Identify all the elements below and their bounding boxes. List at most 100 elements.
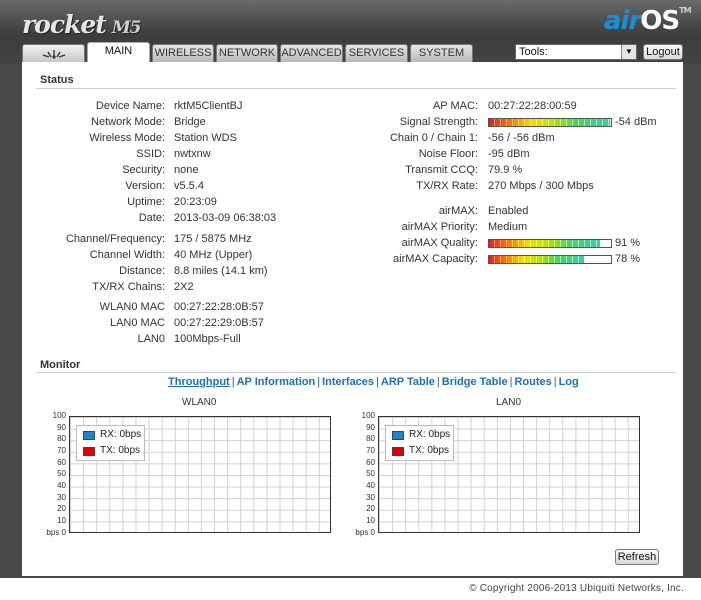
app-header: rocket M5 airOSTM MAIN WIRELESS NETWORK A… bbox=[0, 0, 701, 64]
link-bridge-table[interactable]: Bridge Table bbox=[442, 376, 508, 388]
y-tick: 60 bbox=[366, 458, 375, 467]
link-interfaces[interactable]: Interfaces bbox=[322, 376, 374, 388]
wlan0-tx-label: TX: 0bps bbox=[100, 445, 141, 456]
brand-air: air bbox=[604, 6, 641, 36]
link-arp-table[interactable]: ARP Table bbox=[381, 376, 435, 388]
y-tick: 20 bbox=[366, 504, 375, 513]
lan0-legend: RX: 0bps TX: 0bps bbox=[385, 425, 454, 461]
signal-strength-label: Signal Strength: bbox=[399, 116, 478, 128]
device-name-value: rktM5ClientBJ bbox=[174, 100, 243, 112]
monitor-divider bbox=[36, 372, 676, 373]
airmax-priority-label: airMAX Priority: bbox=[401, 221, 478, 233]
refresh-button[interactable]: Refresh bbox=[615, 549, 659, 565]
airmax-quality-bar bbox=[488, 239, 612, 248]
logout-button[interactable]: Logout bbox=[643, 44, 683, 60]
wireless-mode-value: Station WDS bbox=[174, 132, 237, 144]
signal-strength-bar bbox=[488, 118, 612, 127]
uptime-label: Uptime: bbox=[127, 196, 165, 208]
tab-system[interactable]: SYSTEM bbox=[410, 44, 473, 62]
signal-strength-fill bbox=[489, 119, 610, 126]
y-tick: 70 bbox=[57, 446, 66, 455]
status-title: Status bbox=[40, 74, 74, 86]
tools-select-value: Tools: bbox=[519, 46, 548, 58]
rx-swatch bbox=[392, 431, 404, 440]
airmax-capacity-value: 78 % bbox=[615, 253, 641, 265]
network-mode-label: Network Mode: bbox=[91, 116, 165, 128]
security-label: Security: bbox=[122, 164, 165, 176]
wireless-mode-label: Wireless Mode: bbox=[89, 132, 165, 144]
tab-wireless[interactable]: WIRELESS bbox=[152, 44, 214, 62]
airmax-capacity-bar bbox=[488, 255, 612, 264]
airmax-quality-value: 91 % bbox=[615, 237, 641, 249]
tx-swatch bbox=[392, 447, 404, 456]
y-tick: 40 bbox=[366, 481, 375, 490]
link-log[interactable]: Log bbox=[559, 376, 579, 388]
security-value: none bbox=[174, 164, 199, 176]
brand-tm: TM bbox=[679, 6, 691, 15]
channel-width-label: Channel Width: bbox=[89, 249, 165, 261]
wlan0-mac-value: 00:27:22:28:0B:57 bbox=[174, 301, 264, 313]
tools-select[interactable]: Tools: ▼ bbox=[515, 44, 637, 60]
channel-width-value: 40 MHz (Upper) bbox=[174, 249, 253, 261]
lan0-throughput-chart: RX: 0bps TX: 0bps bbox=[378, 416, 640, 533]
tab-label: NETWORK bbox=[218, 47, 276, 59]
tx-swatch bbox=[83, 447, 95, 456]
ap-mac-value: 00:27:22:28:00:59 bbox=[488, 100, 577, 112]
tab-network[interactable]: NETWORK bbox=[216, 44, 278, 62]
wlan0-throughput-chart: RX: 0bps TX: 0bps bbox=[69, 416, 331, 533]
chevron-down-icon[interactable]: ▼ bbox=[621, 45, 636, 59]
airmax-label: airMAX: bbox=[438, 205, 478, 217]
chain-label: Chain 0 / Chain 1: bbox=[389, 132, 478, 144]
model-name: M5 bbox=[111, 18, 142, 38]
y-tick: 100 bbox=[361, 411, 375, 420]
tab-services[interactable]: SERVICES bbox=[345, 44, 408, 62]
tx-rx-rate-value: 270 Mbps / 300 Mbps bbox=[488, 180, 594, 192]
y-tick: 80 bbox=[57, 434, 66, 443]
link-separator: | bbox=[317, 376, 321, 388]
y-tick: 10 bbox=[366, 516, 375, 525]
footer: © Copyright 2006-2013 Ubiquiti Networks,… bbox=[0, 578, 701, 600]
date-value: 2013-03-09 06:38:03 bbox=[174, 212, 277, 224]
lan0-chart-title: LAN0 bbox=[496, 397, 522, 408]
version-value: v5.5.4 bbox=[174, 180, 204, 192]
tab-main[interactable]: MAIN bbox=[87, 42, 150, 64]
y-tick: bps 0 bbox=[355, 528, 375, 537]
rx-swatch bbox=[83, 431, 95, 440]
y-tick: 80 bbox=[366, 434, 375, 443]
tx-rx-chains-label: TX/RX Chains: bbox=[92, 281, 165, 293]
lan0-rx-label: RX: 0bps bbox=[409, 429, 451, 440]
product-name: rocket bbox=[22, 10, 107, 39]
tab-advanced[interactable]: ADVANCED bbox=[280, 44, 343, 62]
chain-value: -56 / -56 dBm bbox=[488, 132, 555, 144]
ubiquiti-logo-icon bbox=[42, 50, 65, 59]
tab-label: SERVICES bbox=[348, 47, 405, 59]
airmax-quality-label: airMAX Quality: bbox=[401, 237, 478, 249]
ssid-value: nwtxnw bbox=[174, 148, 211, 160]
y-tick: 30 bbox=[366, 493, 375, 502]
y-tick: bps 0 bbox=[46, 528, 66, 537]
tx-rx-rate-label: TX/RX Rate: bbox=[416, 180, 478, 192]
link-throughput[interactable]: Throughput bbox=[168, 376, 230, 388]
link-routes[interactable]: Routes bbox=[514, 376, 551, 388]
ssid-label: SSID: bbox=[136, 148, 165, 160]
link-ap-information[interactable]: AP Information bbox=[237, 376, 316, 388]
distance-value: 8.8 miles (14.1 km) bbox=[174, 265, 268, 277]
device-name-label: Device Name: bbox=[95, 100, 165, 112]
y-tick: 50 bbox=[366, 469, 375, 478]
lan0-mac-label: LAN0 MAC bbox=[109, 317, 165, 329]
y-tick: 30 bbox=[57, 493, 66, 502]
network-mode-value: Bridge bbox=[174, 116, 206, 128]
y-tick: 50 bbox=[57, 469, 66, 478]
transmit-ccq-label: Transmit CCQ: bbox=[405, 164, 478, 176]
y-tick: 10 bbox=[57, 516, 66, 525]
ap-mac-label: AP MAC: bbox=[432, 100, 478, 112]
airmax-capacity-fill bbox=[489, 256, 585, 263]
wlan0-rx-label: RX: 0bps bbox=[100, 429, 142, 440]
y-tick: 90 bbox=[57, 423, 66, 432]
noise-floor-label: Noise Floor: bbox=[418, 148, 478, 160]
lan0-label: LAN0 bbox=[137, 333, 165, 345]
y-tick: 60 bbox=[57, 458, 66, 467]
link-separator: | bbox=[376, 376, 379, 388]
wlan0-mac-label: WLAN0 MAC bbox=[99, 301, 165, 313]
tab-ubiquiti-logo[interactable] bbox=[22, 44, 85, 62]
